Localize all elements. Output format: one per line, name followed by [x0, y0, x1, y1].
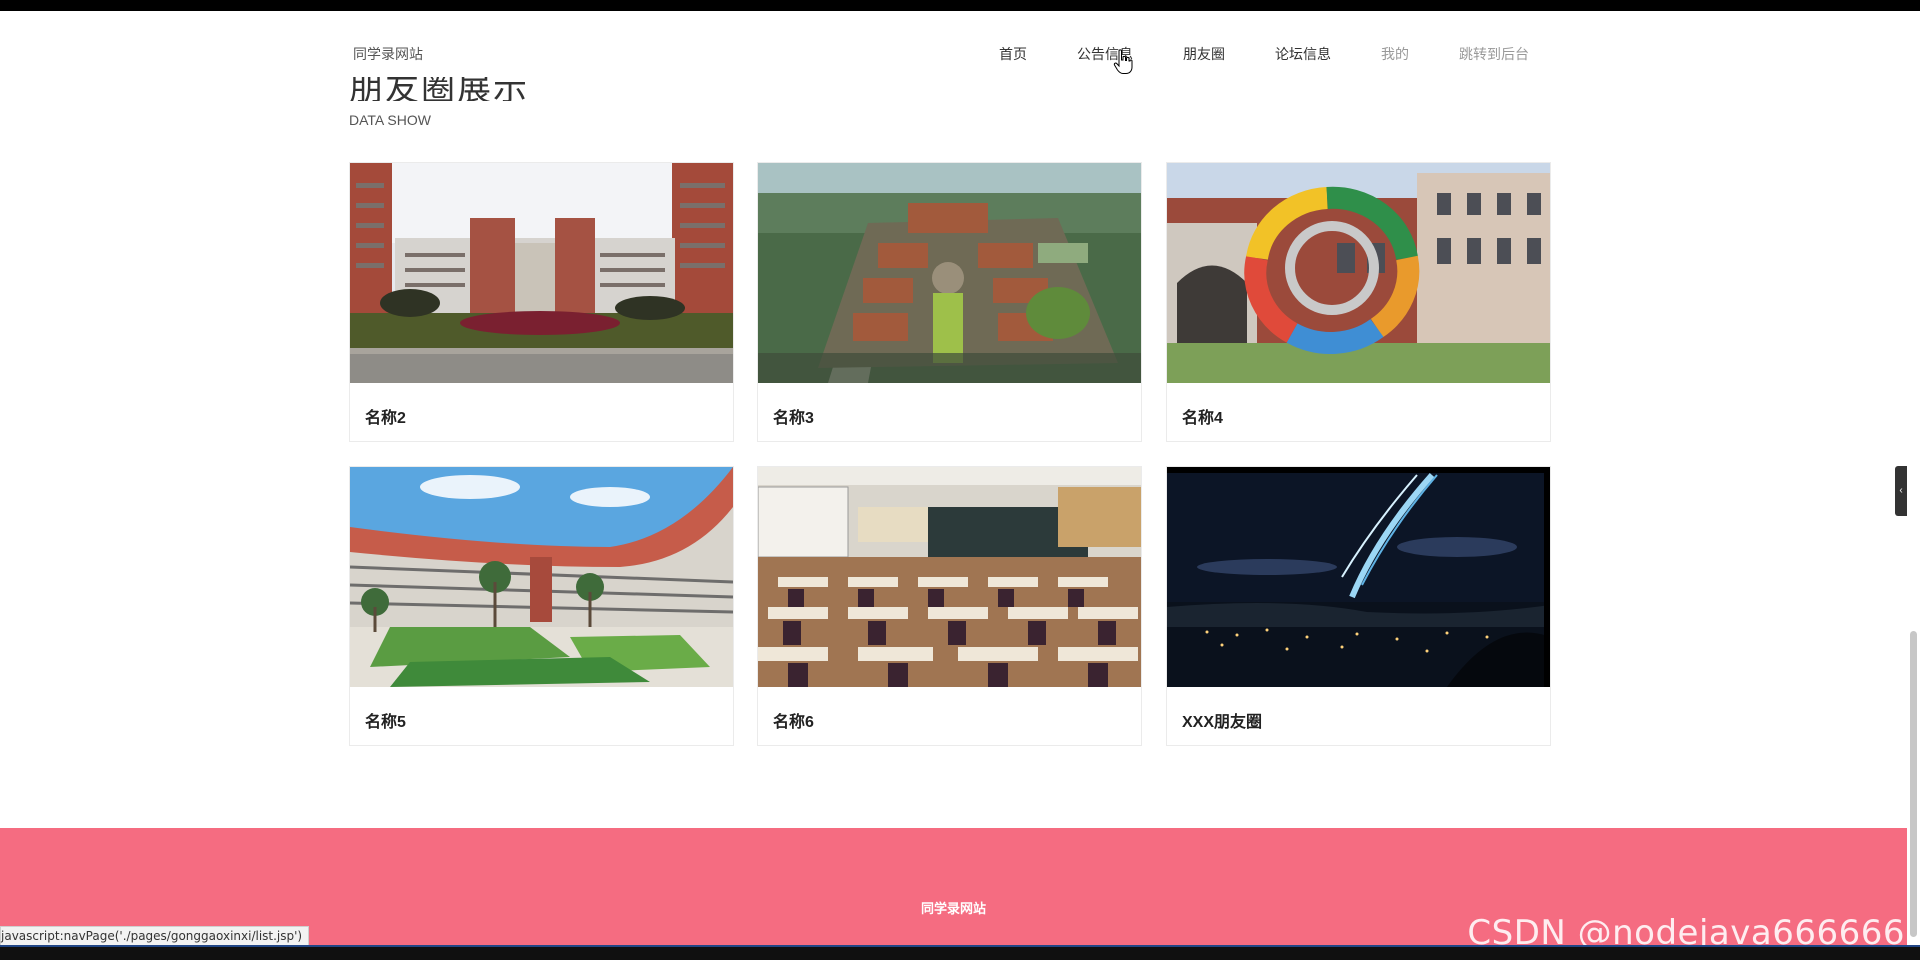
- nav-home[interactable]: 首页: [999, 44, 1027, 64]
- card-item[interactable]: 名称3: [757, 162, 1142, 442]
- card-image-campus-building[interactable]: [350, 163, 733, 383]
- section-heading-text: 朋友圈展示: [349, 77, 529, 101]
- taskbar: [0, 945, 1920, 960]
- card-item[interactable]: XXX朋友圈: [1166, 466, 1551, 746]
- card-image-night-comet[interactable]: [1167, 467, 1550, 687]
- hand-cursor-icon: [1113, 49, 1133, 74]
- section-heading: 朋友圈展示: [349, 77, 649, 101]
- card-item[interactable]: 名称4: [1166, 162, 1551, 442]
- card-image-classroom[interactable]: [758, 467, 1141, 687]
- card-title[interactable]: XXX朋友圈: [1182, 708, 1262, 732]
- watermark: CSDN @nodejava666666: [1467, 913, 1905, 945]
- card-image-ring-sculpture[interactable]: [1167, 163, 1550, 383]
- chevron-left-icon: ‹: [1899, 485, 1903, 496]
- card-title[interactable]: 名称3: [773, 404, 814, 428]
- card-title[interactable]: 名称2: [365, 404, 406, 428]
- card-image-curved-campus[interactable]: [350, 467, 733, 687]
- card-title[interactable]: 名称4: [1182, 404, 1223, 428]
- status-bar-url: javascript:navPage('./pages/gonggaoxinxi…: [0, 926, 310, 946]
- card-image-aerial-campus[interactable]: [758, 163, 1141, 383]
- section-subheading: DATA SHOW: [349, 112, 431, 128]
- nav-admin[interactable]: 跳转到后台: [1459, 44, 1529, 64]
- card-title[interactable]: 名称5: [365, 708, 406, 732]
- card-item[interactable]: 名称5: [349, 466, 734, 746]
- card-title[interactable]: 名称6: [773, 708, 814, 732]
- scrollbar-thumb[interactable]: [1910, 631, 1917, 937]
- nav-moments[interactable]: 朋友圈: [1183, 44, 1225, 64]
- taskbar-divider: [0, 945, 1920, 947]
- side-panel-toggle[interactable]: ‹: [1895, 466, 1907, 516]
- site-title[interactable]: 同学录网站: [353, 44, 423, 64]
- card-item[interactable]: 名称6: [757, 466, 1142, 746]
- nav-mine[interactable]: 我的: [1381, 44, 1409, 64]
- card-item[interactable]: 名称2: [349, 162, 734, 442]
- vertical-scrollbar[interactable]: [1907, 11, 1920, 945]
- page: 同学录网站 首页 公告信息 朋友圈 论坛信息 我的 跳转到后台 朋友圈展示 DA…: [0, 11, 1907, 945]
- nav-forum[interactable]: 论坛信息: [1275, 44, 1331, 64]
